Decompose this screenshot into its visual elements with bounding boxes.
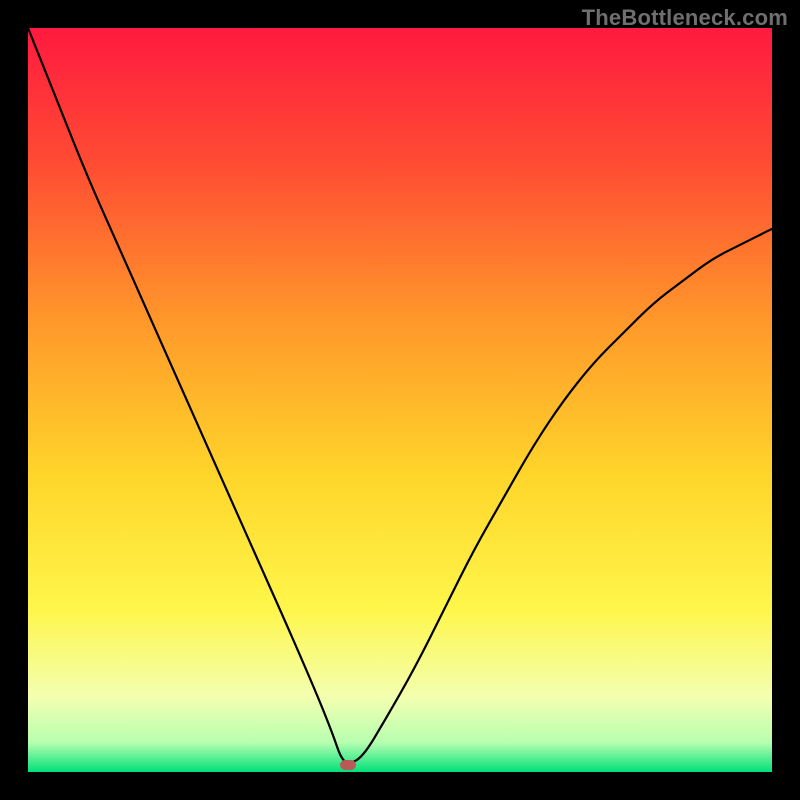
chart-frame [28,28,772,772]
gradient-background [28,28,772,772]
watermark-text: TheBottleneck.com [582,5,788,31]
chart-svg [28,28,772,772]
minimum-marker [340,760,356,770]
